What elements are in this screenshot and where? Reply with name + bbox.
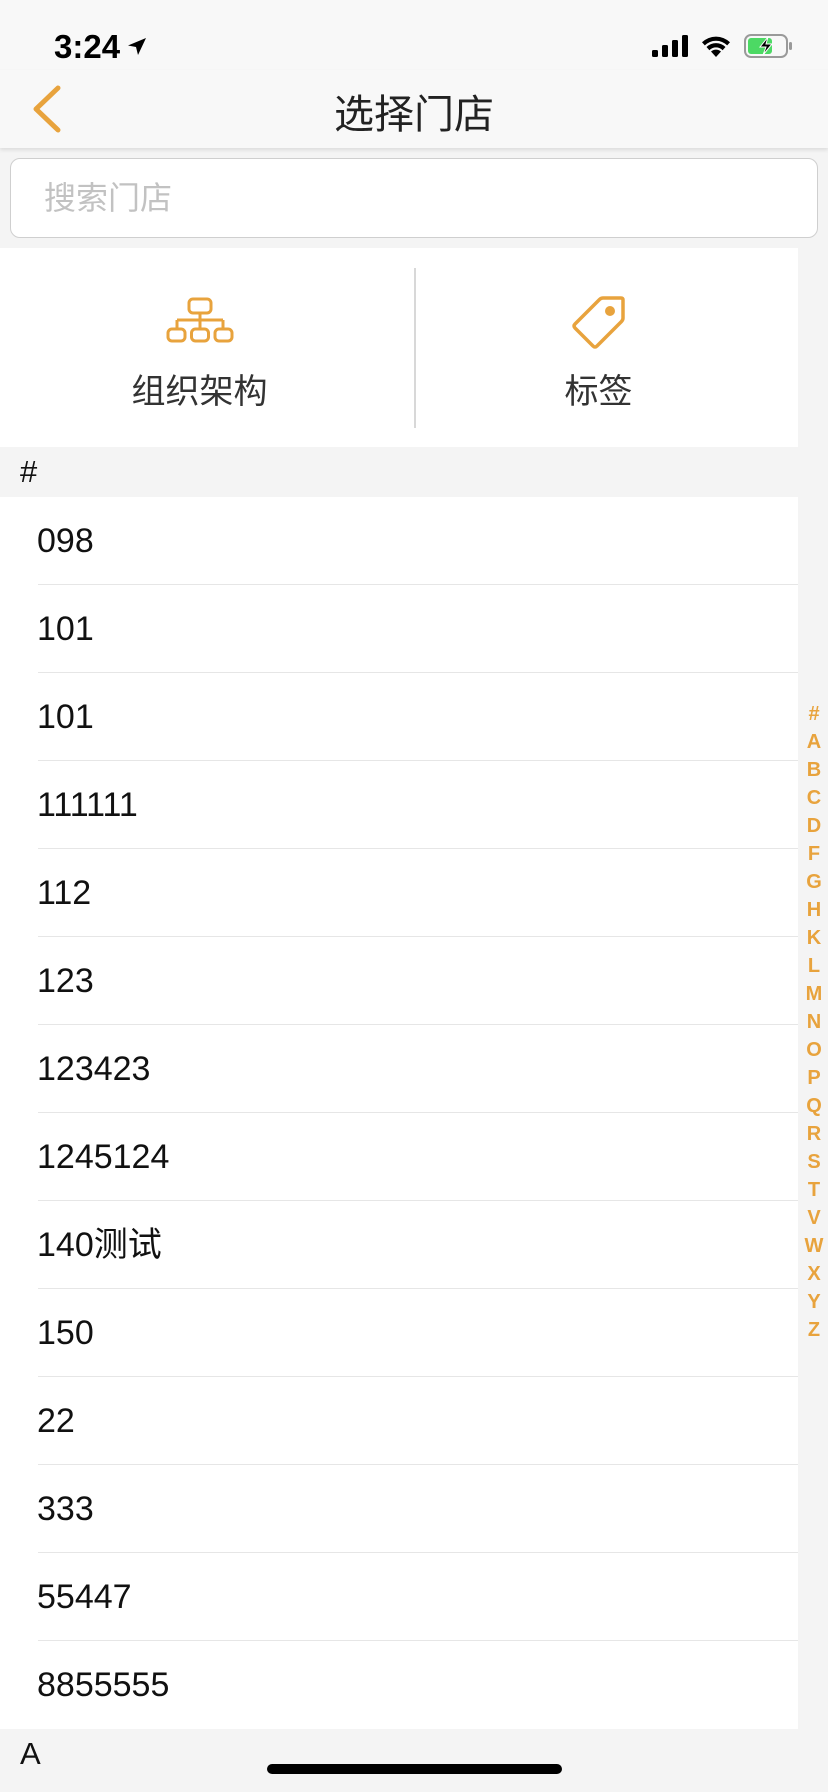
index-letter[interactable]: Q [800,1092,828,1120]
index-letter[interactable]: N [800,1008,828,1036]
wifi-icon [702,36,730,57]
store-list-item[interactable]: 333 [0,1465,798,1553]
store-list-item[interactable]: 101 [0,673,798,761]
index-letter[interactable]: Y [800,1288,828,1316]
filter-panel: 组织架构 标签 [0,248,798,448]
navigation-bar: 选择门店 [0,70,828,148]
section-header-hash: # [0,447,798,497]
index-letter[interactable]: H [800,896,828,924]
store-list-item[interactable]: 1245124 [0,1113,798,1201]
index-letter[interactable]: B [800,756,828,784]
index-letter[interactable]: C [800,784,828,812]
tags-label: 标签 [564,372,633,411]
store-picker-screen: 3:24 选择门店 搜索门店 组织架构 标签 # 098 101 101 111… [0,0,828,1792]
status-icons [652,34,794,58]
cellular-signal-icon [652,35,688,57]
store-list-item[interactable]: 123 [0,937,798,1025]
index-letter[interactable]: P [800,1064,828,1092]
alphabet-index-bar: # A B C D F G H K L M N O P Q R S T V W X Y Z [800,700,828,1344]
store-list-item[interactable]: 22 [0,1377,798,1465]
store-list-item[interactable]: 55447 [0,1553,798,1641]
index-letter[interactable]: W [800,1232,828,1260]
index-letter[interactable]: O [800,1036,828,1064]
index-letter[interactable]: T [800,1176,828,1204]
store-list-item[interactable]: 140测试 [0,1201,798,1289]
battery-charging-icon [744,34,792,58]
index-letter[interactable]: D [800,812,828,840]
org-structure-button[interactable]: 组织架构 [0,248,399,448]
status-time: 3:24 [54,28,148,66]
org-chart-icon [165,294,235,350]
store-list: 098 101 101 111111 112 123 123423 1245124 140测试 1… [0,497,798,1729]
store-list-item[interactable]: 111111 [0,761,798,849]
index-letter[interactable]: M [800,980,828,1008]
index-letter[interactable]: S [800,1148,828,1176]
store-list-item[interactable]: 112 [0,849,798,937]
index-letter[interactable]: V [800,1204,828,1232]
index-letter[interactable]: # [800,700,828,728]
filter-divider [414,268,416,428]
index-letter[interactable]: R [800,1120,828,1148]
location-arrow-icon [128,38,147,55]
index-letter[interactable]: Z [800,1316,828,1344]
store-list-item[interactable]: 123423 [0,1025,798,1113]
index-letter[interactable]: K [800,924,828,952]
status-time-text: 3:24 [54,28,121,65]
index-letter[interactable]: X [800,1260,828,1288]
search-box [10,158,818,238]
home-indicator [267,1764,562,1774]
tag-icon [571,294,627,350]
store-list-item[interactable]: 101 [0,585,798,673]
index-letter[interactable]: F [800,840,828,868]
page-title: 选择门店 [334,93,494,137]
store-list-item[interactable]: 098 [0,497,798,585]
search-input[interactable] [11,159,817,237]
index-letter[interactable]: A [800,728,828,756]
index-letter[interactable]: G [800,868,828,896]
tags-button[interactable]: 标签 [399,248,798,448]
store-list-item[interactable]: 8855555 [0,1641,798,1729]
org-structure-label: 组织架构 [131,372,268,411]
index-letter[interactable]: L [800,952,828,980]
store-list-item[interactable]: 150 [0,1289,798,1377]
